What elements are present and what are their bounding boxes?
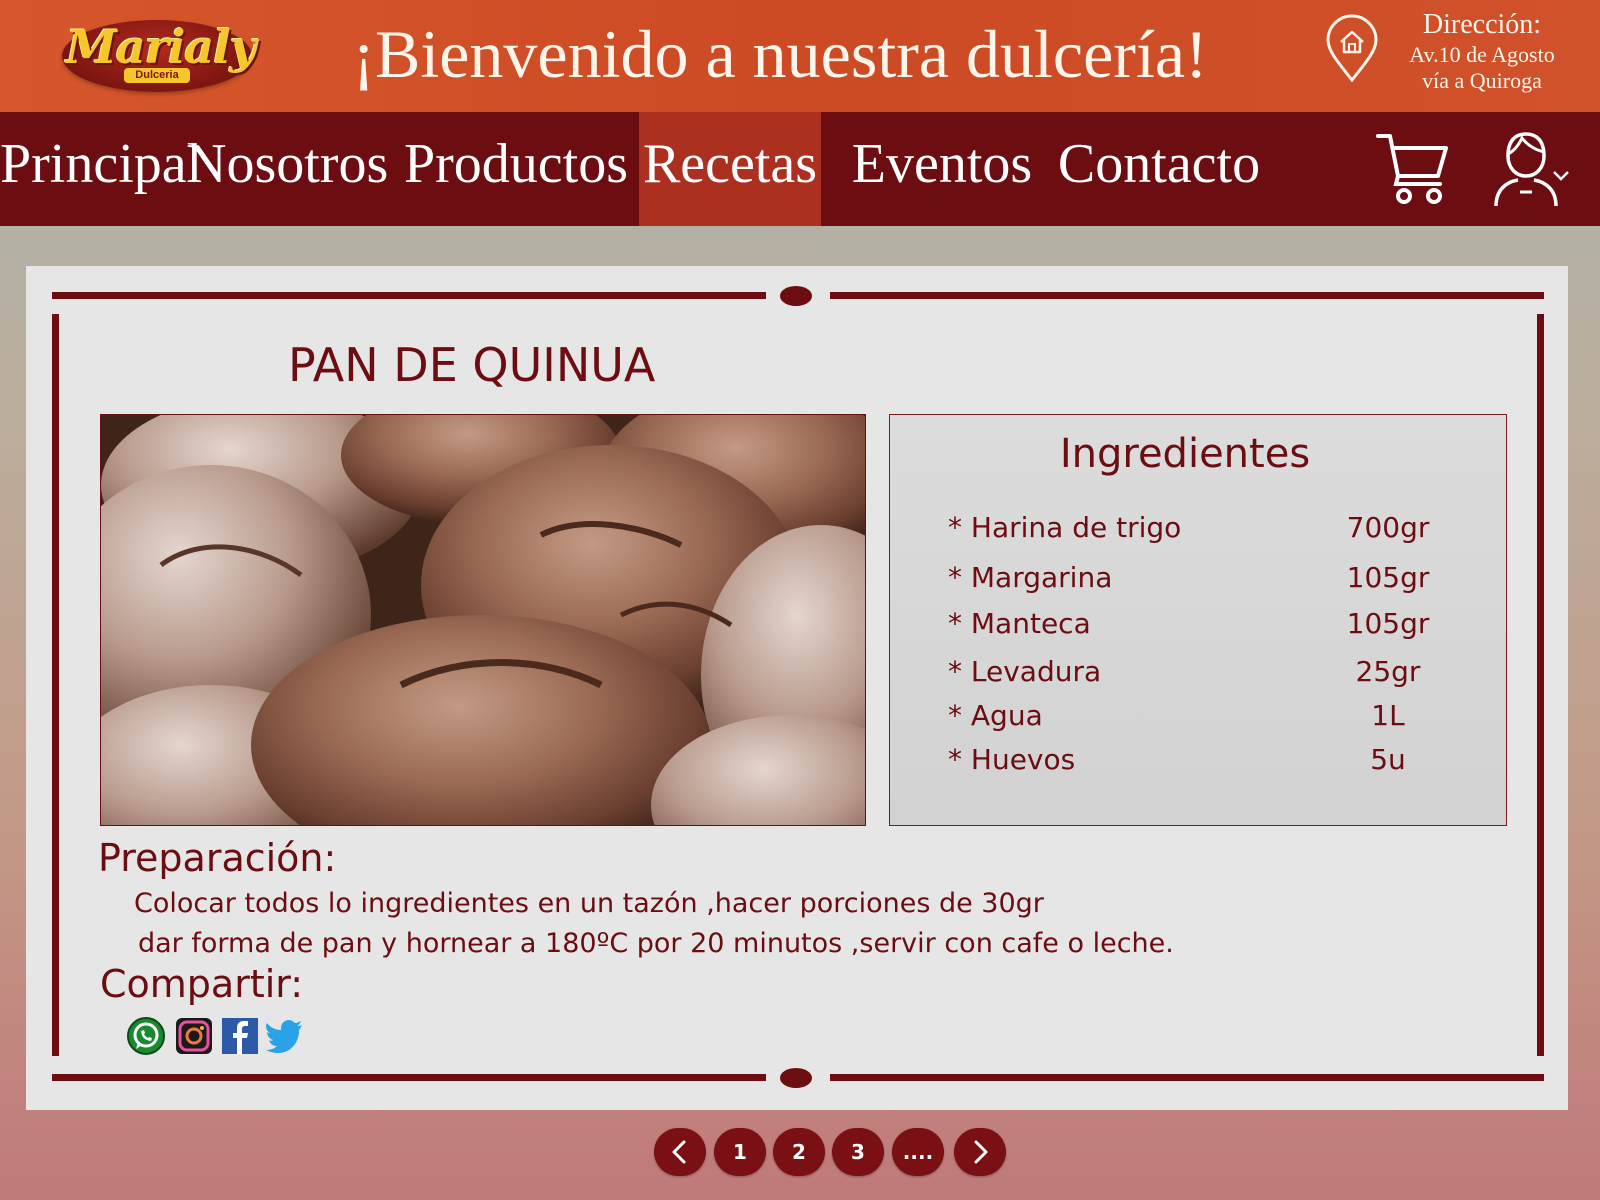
ingredient-name: * Huevos (948, 743, 1076, 776)
ingredient-name: * Levadura (948, 655, 1102, 688)
ingredient-row: * Huevos 5u (948, 743, 1468, 783)
frame-left-line (52, 314, 59, 1056)
twitter-icon[interactable] (264, 1016, 304, 1056)
ingredient-qty: 25gr (1355, 655, 1421, 688)
ingredient-name: * Harina de trigo (948, 511, 1182, 544)
ingredient-qty: 1L (1371, 699, 1405, 732)
shopping-cart-icon[interactable] (1376, 130, 1450, 206)
ingredients-title: Ingredientes (1059, 431, 1311, 477)
preparation-line-2: dar forma de pan y hornear a 180ºC por 2… (138, 928, 1174, 959)
ingredient-row: * Levadura 25gr (948, 655, 1468, 695)
frame-top-ornament (780, 286, 812, 306)
top-header-bar: Marialy Dulceria ¡Bienvenido a nuestra d… (0, 0, 1600, 112)
prev-page-button[interactable] (654, 1128, 706, 1176)
recipe-title: PAN DE QUINUA (288, 338, 656, 392)
ingredient-qty: 5u (1370, 743, 1406, 776)
chevron-left-icon (672, 1140, 686, 1164)
frame-bottom-ornament (780, 1068, 812, 1088)
address-line-2: vía a Quiroga (1422, 68, 1542, 93)
ingredient-qty: 105gr (1346, 561, 1430, 594)
nav-item-contacto[interactable]: Contacto (1054, 112, 1264, 226)
recipe-photo (100, 414, 866, 826)
ingredient-name: * Manteca (948, 607, 1091, 640)
nav-item-nosotros[interactable]: Nosotros (186, 112, 388, 226)
frame-right-line (1537, 314, 1544, 1056)
nav-item-recetas[interactable]: Recetas (639, 112, 821, 226)
ingredients-panel: Ingredientes * Harina de trigo 700gr * M… (889, 414, 1507, 826)
preparation-line-1: Colocar todos lo ingredientes en un tazó… (134, 888, 1044, 919)
address-block: Dirección: Av.10 de Agosto vía a Quiroga (1382, 8, 1582, 94)
nav-item-principal[interactable]: Principal (0, 112, 202, 226)
ingredient-qty: 105gr (1346, 607, 1430, 640)
ingredient-qty: 700gr (1346, 511, 1430, 544)
marialy-logo[interactable]: Marialy Dulceria (62, 14, 256, 94)
ingredient-row: * Agua 1L (948, 699, 1468, 739)
frame-bottom-right-line (830, 1074, 1544, 1081)
bread-loaves-image (101, 415, 865, 825)
address-title: Dirección: (1422, 9, 1542, 40)
frame-bottom-left-line (52, 1074, 766, 1081)
main-nav: Principal Nosotros Productos Recetas Eve… (0, 112, 1600, 226)
facebook-icon[interactable] (220, 1016, 260, 1056)
ingredient-row: * Harina de trigo 700gr (948, 511, 1468, 551)
welcome-heading: ¡Bienvenido a nuestra dulcería! (352, 16, 1208, 92)
ingredient-row: * Manteca 105gr (948, 607, 1468, 647)
frame-top-right-line (830, 292, 1544, 299)
user-account-icon[interactable] (1490, 128, 1570, 208)
logo-subtext: Dulceria (124, 68, 190, 83)
home-location-icon (1326, 14, 1378, 83)
page-button-1[interactable]: 1 (714, 1128, 766, 1176)
instagram-icon[interactable] (174, 1016, 214, 1056)
frame-top-left-line (52, 292, 766, 299)
page-button-3[interactable]: 3 (832, 1128, 884, 1176)
preparation-heading: Preparación: (98, 836, 337, 880)
ingredient-name: * Agua (948, 699, 1043, 732)
logo-text: Marialy (66, 20, 256, 74)
next-page-button[interactable] (954, 1128, 1006, 1176)
share-heading: Compartir: (100, 962, 304, 1006)
ingredient-row: * Margarina 105gr (948, 561, 1468, 601)
ingredient-name: * Margarina (948, 561, 1113, 594)
chevron-right-icon (974, 1140, 988, 1164)
page-button-more[interactable]: .... (892, 1128, 944, 1176)
nav-item-productos[interactable]: Productos (404, 112, 628, 226)
address-line-1: Av.10 de Agosto (1409, 42, 1555, 67)
nav-item-eventos[interactable]: Eventos (840, 112, 1044, 226)
whatsapp-icon[interactable] (126, 1016, 166, 1056)
page-button-2[interactable]: 2 (773, 1128, 825, 1176)
